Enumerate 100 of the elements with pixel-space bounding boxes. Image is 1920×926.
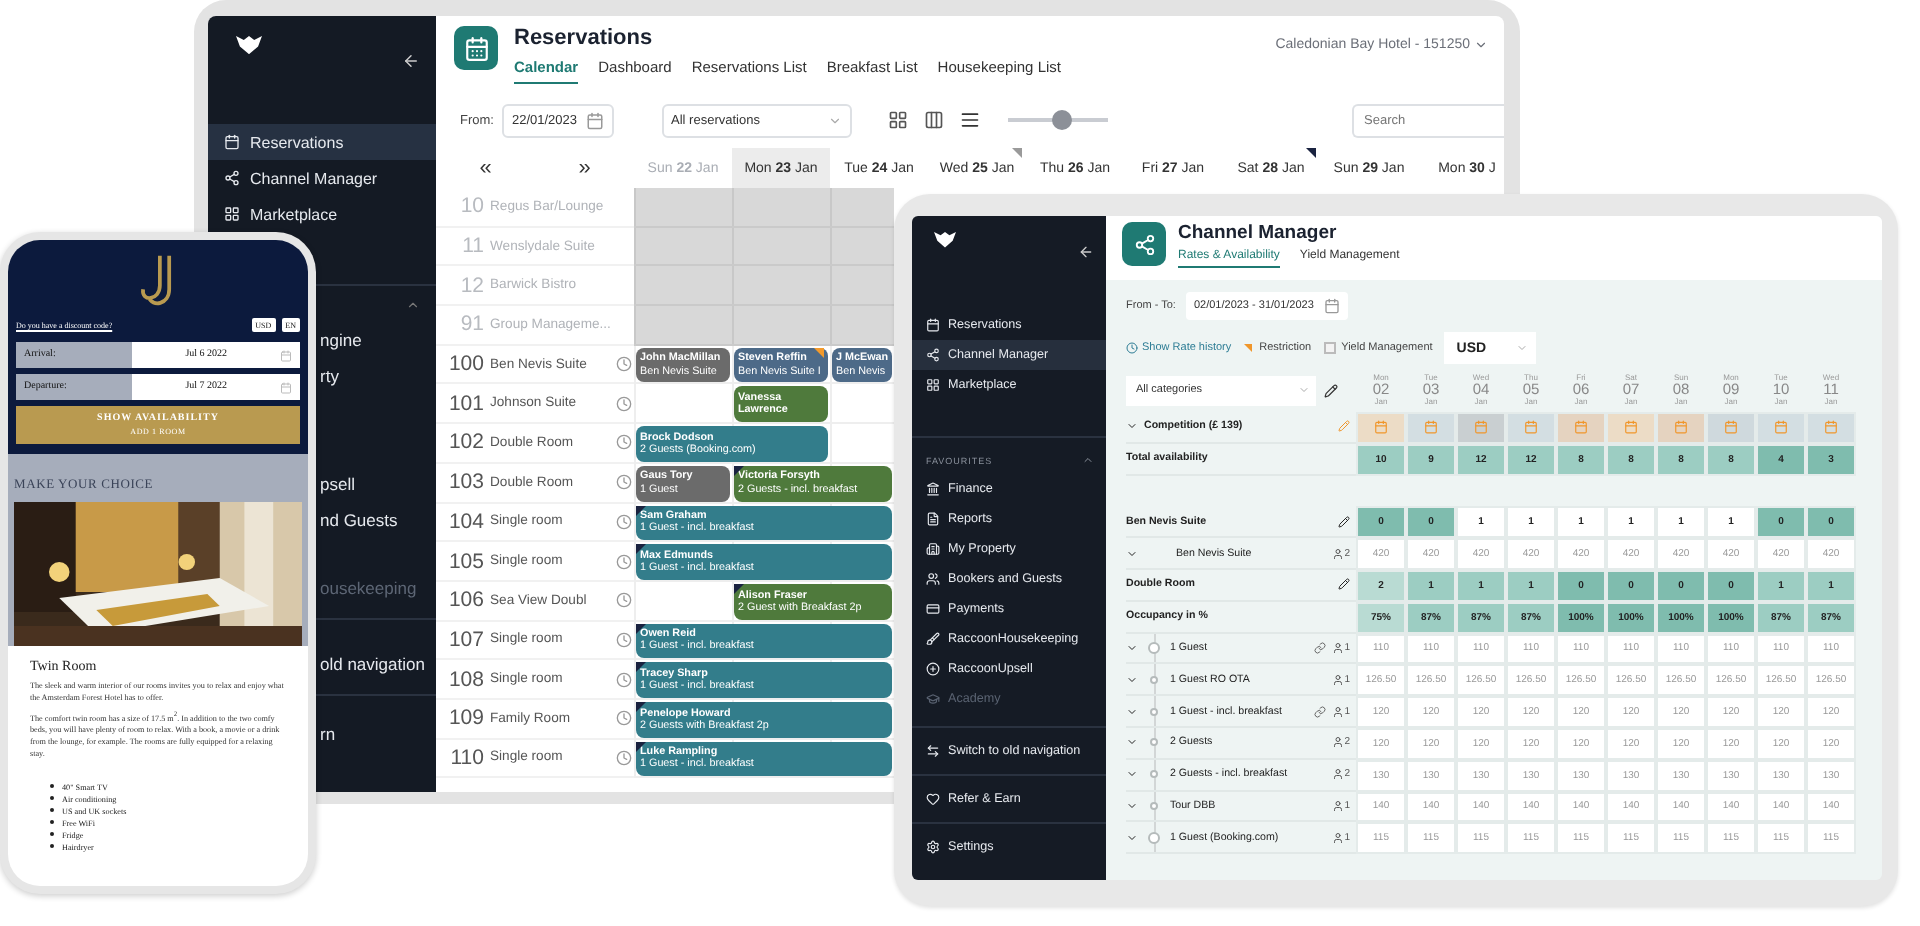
competition-cell[interactable]: [1806, 412, 1856, 444]
calendar-icon: [224, 134, 240, 150]
calendar-icon: [1424, 420, 1438, 435]
calendar-app-icon: [454, 26, 498, 70]
clock-icon[interactable]: [616, 434, 632, 451]
room-number: 11: [460, 234, 484, 259]
room-number: 107: [446, 627, 484, 652]
grid-icon: [224, 206, 240, 222]
document-icon: [926, 512, 940, 526]
settings-icon: [926, 840, 940, 854]
calendar-icon: [585, 111, 604, 129]
sidebar-item[interactable]: rty: [320, 358, 339, 394]
chevron-down-icon[interactable]: [1126, 831, 1138, 844]
clock-icon[interactable]: [616, 671, 632, 688]
chevron-down-icon: [1516, 342, 1529, 354]
clock-icon: [1126, 342, 1138, 354]
room-number: 104: [446, 509, 484, 534]
building-icon: [926, 542, 940, 556]
room-number: 105: [446, 549, 484, 574]
clock-icon[interactable]: [616, 553, 632, 570]
chevron-down-icon[interactable]: [1126, 420, 1138, 433]
sidebar-item[interactable]: ngine: [320, 322, 362, 358]
competition-cell[interactable]: [1406, 412, 1456, 444]
clock-icon[interactable]: [616, 592, 632, 609]
calendar-icon: [1824, 420, 1838, 435]
collapse-icon[interactable]: [1078, 244, 1094, 260]
sidebar-item[interactable]: Reservations: [208, 124, 436, 160]
competition-cell[interactable]: [1706, 412, 1756, 444]
calendar-icon: [1524, 420, 1538, 435]
calendar-icon: [926, 318, 940, 332]
channel-app-icon: [1122, 222, 1166, 266]
sidebar-item[interactable]: rn: [320, 716, 336, 752]
calendar-icon: [1323, 298, 1340, 314]
competition-cell[interactable]: [1556, 412, 1606, 444]
plus-circle-icon: [926, 662, 940, 676]
clock-icon[interactable]: [616, 710, 632, 727]
clock-icon[interactable]: [616, 356, 632, 373]
chevron-down-icon: [1474, 38, 1488, 52]
list-view-icon[interactable]: [959, 110, 980, 130]
chevron-down-icon[interactable]: [1126, 673, 1138, 686]
room-number: 106: [446, 588, 484, 613]
clock-icon[interactable]: [616, 513, 632, 530]
credit-card-icon: [926, 602, 940, 616]
competition-cell[interactable]: [1356, 412, 1406, 444]
chevron-down-icon[interactable]: [1126, 736, 1138, 749]
calendar-icon: [1674, 420, 1688, 435]
chevron-down-icon[interactable]: [1126, 768, 1138, 781]
clock-icon[interactable]: [616, 395, 632, 412]
chevron-down-icon: [1298, 384, 1310, 396]
clock-icon[interactable]: [616, 749, 632, 766]
previous-button[interactable]: «: [479, 156, 492, 180]
competition-cell[interactable]: [1756, 412, 1806, 444]
edit-icon[interactable]: [1338, 515, 1350, 528]
clock-icon[interactable]: [616, 631, 632, 648]
grid-icon: [926, 378, 940, 392]
collapse-icon[interactable]: [402, 52, 420, 70]
heart-icon: [926, 792, 940, 806]
bank-icon: [926, 482, 940, 496]
calendar-icon: [280, 381, 292, 393]
people-icon: [926, 572, 940, 586]
columns-view-icon[interactable]: [923, 110, 944, 130]
page-title: Reservations: [514, 26, 655, 50]
clock-icon[interactable]: [616, 474, 632, 491]
chevron-down-icon[interactable]: [1126, 547, 1138, 560]
sidebar-item[interactable]: Marketplace: [208, 196, 436, 232]
calendar-icon: [1574, 420, 1588, 435]
calendar-icon: [1624, 420, 1638, 435]
room-number: 10: [458, 194, 484, 219]
room-number: 108: [446, 667, 484, 692]
restriction-marker-icon: [1243, 344, 1252, 352]
sidebar-item[interactable]: Channel Manager: [208, 160, 436, 196]
edit-icon[interactable]: [1324, 383, 1338, 397]
sidebar-item[interactable]: psell: [320, 466, 355, 502]
sidebar-item[interactable]: old navigation: [320, 646, 425, 682]
room-number: 12: [458, 273, 484, 298]
chevron-down-icon[interactable]: [1126, 705, 1138, 718]
chevron-down-icon: [827, 113, 842, 127]
room-number: 91: [458, 312, 484, 337]
chevron-down-icon[interactable]: [1126, 799, 1138, 812]
competition-cell[interactable]: [1606, 412, 1656, 444]
competition-cell[interactable]: [1656, 412, 1706, 444]
page-title: Channel Manager: [1178, 222, 1339, 244]
chevron-up-icon[interactable]: [406, 297, 420, 311]
logo-icon: [934, 232, 956, 248]
room-number: 103: [446, 470, 484, 495]
chevron-down-icon[interactable]: [1126, 641, 1138, 654]
calendar-icon: [1474, 420, 1488, 435]
calendar-icon: [1724, 420, 1738, 435]
grid-view-icon[interactable]: [887, 110, 908, 130]
next-button[interactable]: »: [578, 156, 591, 180]
room-number: 110: [448, 745, 484, 770]
sidebar-item[interactable]: nd Guests: [320, 502, 398, 538]
calendar-icon: [280, 349, 292, 361]
calendar-icon: [1374, 420, 1388, 435]
competition-cell[interactable]: [1456, 412, 1506, 444]
edit-icon[interactable]: [1338, 578, 1350, 591]
chevron-up-icon[interactable]: [1082, 454, 1094, 466]
competition-cell[interactable]: [1506, 412, 1556, 444]
slider-thumb[interactable]: [1052, 110, 1073, 130]
swap-icon: [926, 744, 940, 758]
